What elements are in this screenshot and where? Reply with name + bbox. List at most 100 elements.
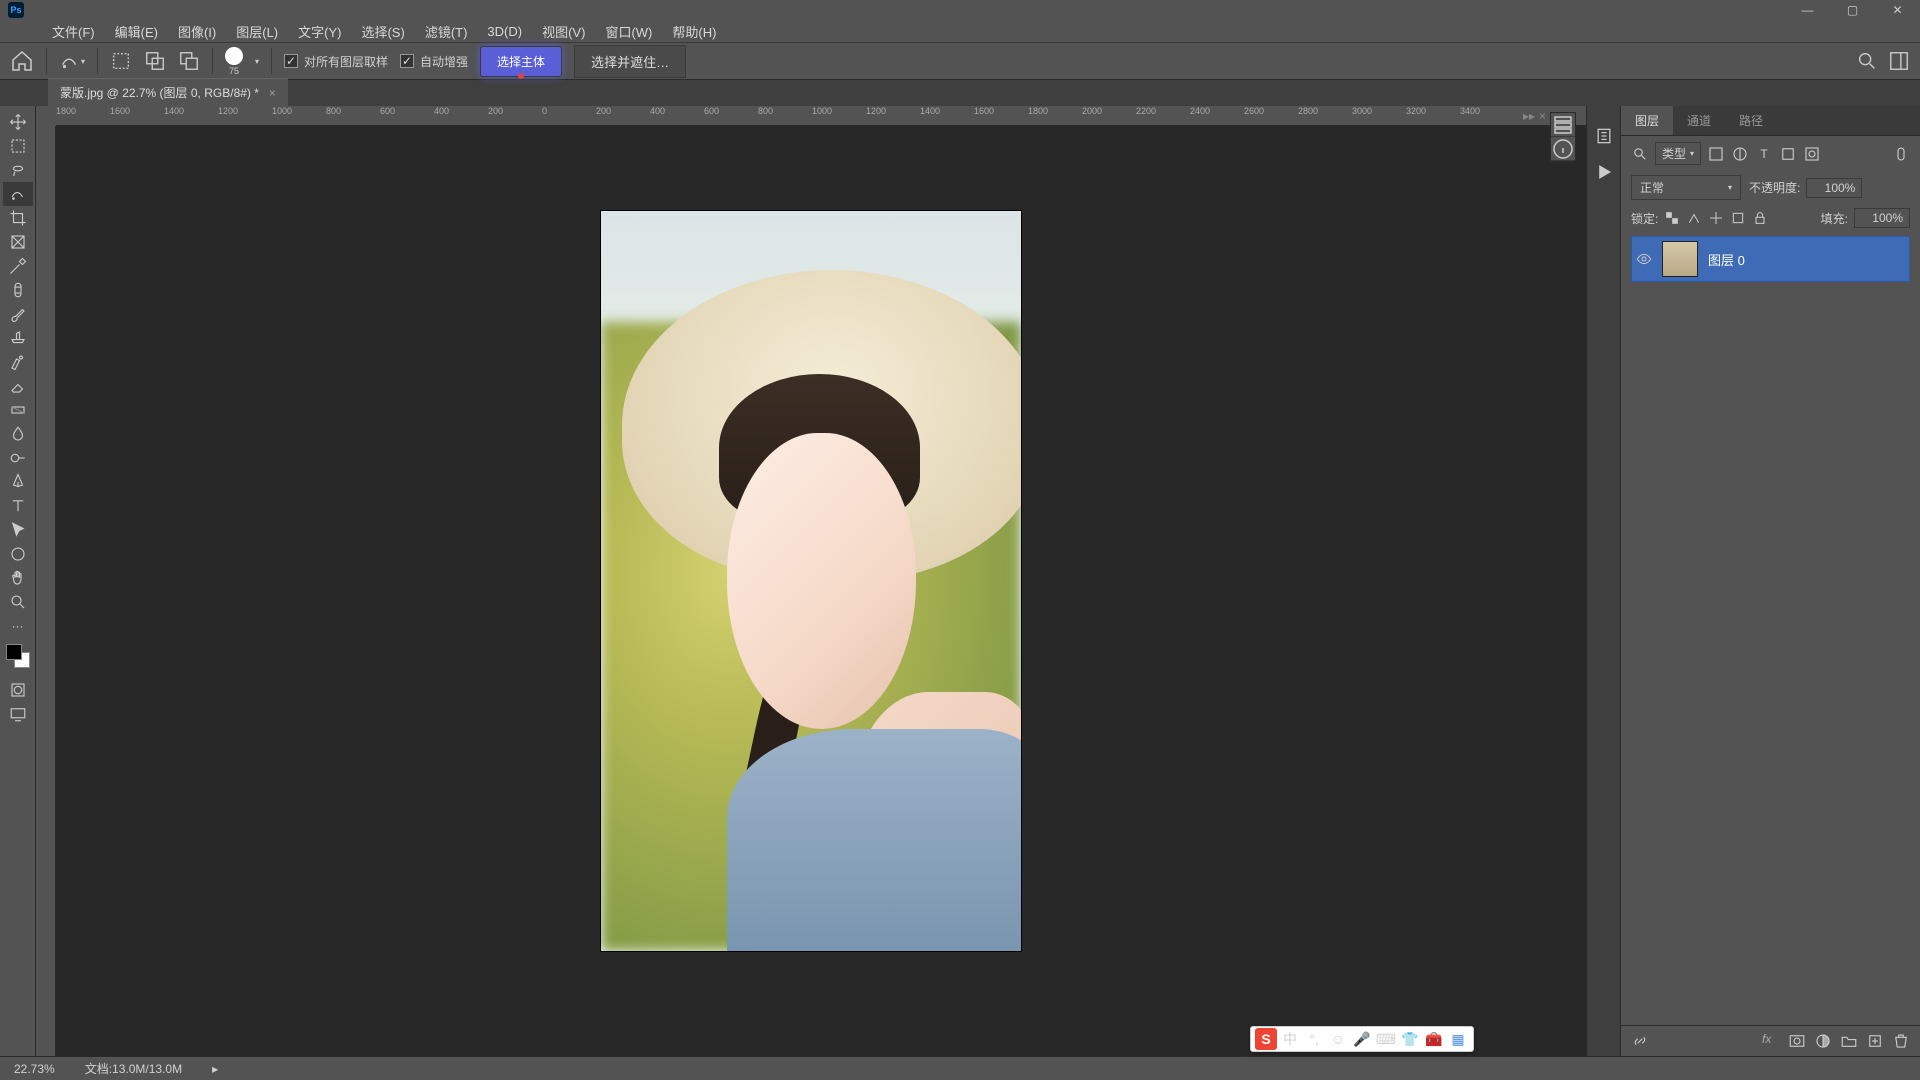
layer-mask-icon[interactable] [1788,1032,1806,1050]
home-button[interactable] [10,49,34,73]
shape-tool[interactable] [3,542,33,566]
layer-fx-icon[interactable]: fx [1762,1032,1780,1050]
window-minimize-button[interactable]: — [1785,0,1830,20]
horizontal-ruler[interactable]: 1800160014001200100080060040020002004006… [56,106,1586,126]
brush-preset-picker[interactable]: 75 [225,47,243,76]
new-selection-icon[interactable] [110,50,132,72]
ime-language-button[interactable]: 中 [1279,1028,1301,1050]
move-tool[interactable] [3,110,33,134]
layer-visibility-icon[interactable] [1636,251,1652,267]
filter-smart-icon[interactable] [1803,145,1821,163]
delete-layer-icon[interactable] [1892,1032,1910,1050]
quick-selection-tool[interactable] [3,182,33,206]
filter-pixel-icon[interactable] [1707,145,1725,163]
search-icon[interactable] [1856,50,1878,72]
lock-image-icon[interactable] [1686,210,1702,226]
menu-3d[interactable]: 3D(D) [477,21,532,42]
brush-tool[interactable] [3,302,33,326]
layer-row[interactable]: 图层 0 [1631,236,1910,282]
history-brush-tool[interactable] [3,350,33,374]
collapse-panel-icon[interactable]: ▸▸ [1523,109,1535,123]
layer-thumbnail[interactable] [1662,241,1698,277]
crop-tool[interactable] [3,206,33,230]
frame-tool[interactable] [3,230,33,254]
actions-panel-icon[interactable] [1594,162,1614,182]
ime-punct-icon[interactable]: °, [1303,1028,1325,1050]
menu-layer[interactable]: 图层(L) [226,19,288,44]
fill-input[interactable]: 100% [1854,208,1910,228]
sample-all-layers-checkbox[interactable]: ✓ 对所有图层取样 [284,53,388,70]
select-and-mask-button[interactable]: 选择并遮住… [574,45,686,78]
dodge-tool[interactable] [3,446,33,470]
opacity-input[interactable]: 100% [1806,178,1862,198]
document-info[interactable]: 文档:13.0M/13.0M [85,1060,182,1077]
subtract-selection-icon[interactable] [178,50,200,72]
ime-voice-icon[interactable]: 🎤 [1351,1028,1373,1050]
lock-transparency-icon[interactable] [1664,210,1680,226]
document-tab[interactable]: 蒙版.jpg @ 22.7% (图层 0, RGB/8#) * × [48,78,288,106]
menu-edit[interactable]: 编辑(E) [105,19,168,44]
gradient-tool[interactable] [3,398,33,422]
document-canvas[interactable] [601,211,1021,951]
close-tab-icon[interactable]: × [269,86,276,100]
zoom-tool[interactable] [3,590,33,614]
new-layer-icon[interactable] [1866,1032,1884,1050]
ime-menu-icon[interactable]: ▦ [1447,1028,1469,1050]
layer-name-label[interactable]: 图层 0 [1708,250,1745,269]
healing-brush-tool[interactable] [3,278,33,302]
link-layers-icon[interactable] [1631,1032,1649,1050]
ime-toolbox-icon[interactable]: 🧰 [1423,1028,1445,1050]
lock-all-icon[interactable] [1752,210,1768,226]
layer-filter-type-select[interactable]: 类型▾ [1655,142,1701,165]
eraser-tool[interactable] [3,374,33,398]
menu-image[interactable]: 图像(I) [168,19,226,44]
menu-view[interactable]: 视图(V) [532,19,595,44]
path-selection-tool[interactable] [3,518,33,542]
pen-tool[interactable] [3,470,33,494]
filter-adjust-icon[interactable] [1731,145,1749,163]
hand-tool[interactable] [3,566,33,590]
canvas-area[interactable]: 1800160014001200100080060040020002004006… [36,106,1586,1056]
screen-mode-tool[interactable] [3,702,33,726]
lock-position-icon[interactable] [1708,210,1724,226]
zoom-level[interactable]: 22.73% [14,1062,55,1076]
blend-mode-select[interactable]: 正常▾ [1631,175,1741,200]
add-selection-icon[interactable] [144,50,166,72]
history-panel-icon[interactable] [1594,126,1614,146]
current-tool-icon[interactable]: ▾ [59,48,85,74]
ime-skin-icon[interactable]: 👕 [1399,1028,1421,1050]
menu-window[interactable]: 窗口(W) [595,19,662,44]
window-maximize-button[interactable]: ▢ [1830,0,1875,20]
ime-keyboard-icon[interactable]: ⌨ [1375,1028,1397,1050]
layer-group-icon[interactable] [1840,1032,1858,1050]
menu-select[interactable]: 选择(S) [351,19,414,44]
menu-help[interactable]: 帮助(H) [662,19,726,44]
edit-toolbar-icon[interactable]: ··· [3,614,33,638]
filter-toggle-switch[interactable] [1892,145,1910,163]
ruler-origin[interactable] [36,106,56,126]
blur-tool[interactable] [3,422,33,446]
ime-toolbar[interactable]: S 中 °, ☺ 🎤 ⌨ 👕 🧰 ▦ [1250,1026,1474,1052]
layers-tab[interactable]: 图层 [1621,106,1673,135]
filter-type-icon[interactable]: T [1755,145,1773,163]
dropdown-icon[interactable]: ▾ [255,57,259,66]
menu-file[interactable]: 文件(F) [42,19,105,44]
workspace-switcher-icon[interactable] [1888,50,1910,72]
foreground-color-swatch[interactable] [6,644,22,660]
clone-stamp-tool[interactable] [3,326,33,350]
quick-mask-tool[interactable] [3,678,33,702]
window-close-button[interactable]: ✕ [1875,0,1920,20]
lasso-tool[interactable] [3,158,33,182]
properties-panel-icon[interactable] [1551,113,1575,137]
channels-tab[interactable]: 通道 [1673,106,1725,135]
adjustment-layer-icon[interactable] [1814,1032,1832,1050]
ime-emoji-icon[interactable]: ☺ [1327,1028,1349,1050]
status-more-icon[interactable]: ▸ [212,1062,218,1076]
menu-filter[interactable]: 滤镜(T) [415,19,478,44]
marquee-tool[interactable] [3,134,33,158]
lock-artboard-icon[interactable] [1730,210,1746,226]
select-subject-button[interactable]: 选择主体 [480,46,562,77]
close-panel-icon[interactable]: × [1539,109,1546,123]
color-swatches[interactable] [6,644,30,668]
type-tool[interactable] [3,494,33,518]
